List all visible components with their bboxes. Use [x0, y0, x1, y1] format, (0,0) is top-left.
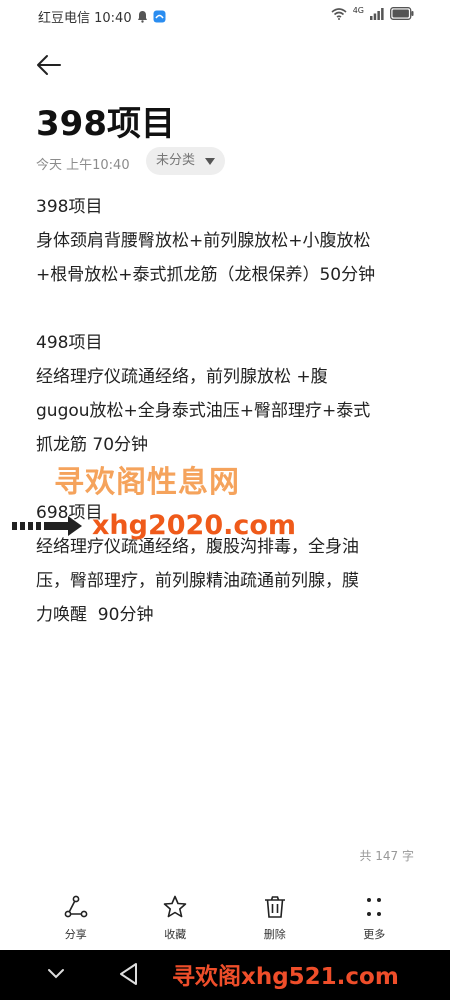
status-bar: 红豆电信 10:40 4G — [0, 0, 450, 32]
signal-icon — [370, 7, 384, 24]
note-content[interactable]: 398项目 身体颈肩背腰臀放松+前列腺放松+小腹放松 +根骨放松+泰式抓龙筋（龙… — [36, 190, 416, 632]
share-button[interactable]: 分享 — [41, 888, 111, 948]
watermark-middle: xhg2020.com — [10, 510, 296, 541]
nav-back-icon[interactable] — [118, 962, 140, 986]
status-right: 4G — [331, 6, 414, 24]
more-button[interactable]: 更多 — [339, 888, 409, 948]
network-type-label: 4G — [352, 6, 364, 15]
favorite-button[interactable]: 收藏 — [140, 888, 210, 948]
note-line: 398项目 — [36, 197, 103, 217]
word-count: 共 147 字 — [359, 849, 414, 863]
back-button[interactable] — [34, 50, 64, 80]
status-left: 红豆电信 10:40 — [38, 7, 166, 26]
note-screen: 红豆电信 10:40 4G 398项目 今天 上午10:40 未分类 398项目… — [0, 0, 450, 950]
more-dots-icon — [367, 898, 382, 916]
bottom-toolbar: 分享 收藏 删除 更多 — [0, 888, 450, 948]
note-title[interactable]: 398项目 — [36, 96, 175, 145]
delete-label: 删除 — [263, 928, 286, 941]
wifi-icon — [331, 7, 347, 24]
note-line: 498项目 — [36, 333, 103, 353]
note-line: 经络理疗仪疏通经络，前列腺放松 +腹 — [36, 367, 328, 387]
notification-bell-icon — [136, 10, 149, 23]
watermark-top: 寻欢阁性息网 — [54, 465, 240, 500]
note-line: 身体颈肩背腰臀放松+前列腺放松+小腹放松 — [36, 231, 371, 251]
note-line: 压，臀部理疗，前列腺精油疏通前列腺，膜 — [36, 571, 359, 591]
trash-icon — [264, 896, 285, 918]
share-icon — [64, 895, 88, 918]
more-label: 更多 — [363, 928, 386, 941]
battery-icon — [390, 7, 414, 24]
watermark-middle-text: xhg2020.com — [92, 510, 297, 541]
watermark-bottom: 寻欢阁xhg521.com — [172, 964, 399, 990]
note-line — [36, 292, 416, 326]
caret-down-icon — [205, 158, 216, 165]
share-label: 分享 — [64, 928, 87, 941]
note-timestamp: 今天 上午10:40 — [36, 158, 130, 173]
arrow-left-icon — [37, 55, 61, 75]
category-dropdown[interactable]: 未分类 — [146, 147, 226, 175]
app-notification-icon — [153, 10, 166, 23]
note-line: +根骨放松+泰式抓龙筋（龙根保养）50分钟 — [36, 265, 376, 285]
star-icon — [163, 895, 187, 918]
note-line: gugou放松+全身泰式油压+臀部理疗+泰式 — [36, 401, 371, 421]
note-line: 力唤醒 90分钟 — [36, 605, 154, 625]
carrier-time: 红豆电信 10:40 — [38, 11, 132, 26]
watermark-arrow-icon — [12, 515, 82, 536]
delete-button[interactable]: 删除 — [240, 888, 310, 948]
chevron-down-icon[interactable] — [46, 966, 66, 982]
category-label: 未分类 — [156, 153, 196, 168]
favorite-label: 收藏 — [164, 928, 187, 941]
